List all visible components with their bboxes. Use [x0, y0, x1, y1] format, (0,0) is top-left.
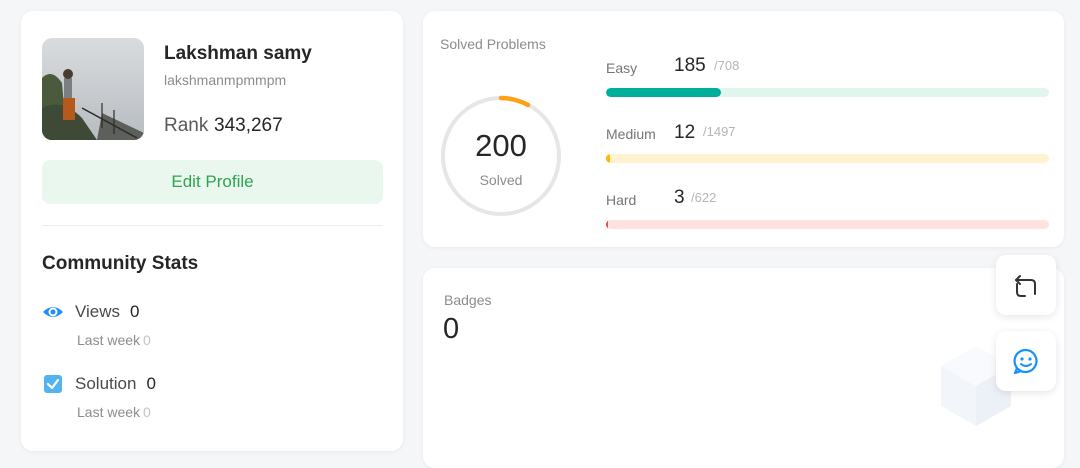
repost-button[interactable] — [996, 255, 1056, 315]
easy-count: 185 — [674, 55, 706, 76]
stat-solution-label: Solution — [75, 374, 137, 393]
badges-card: Badges 0 — [423, 268, 1064, 468]
feedback-button[interactable] — [996, 331, 1056, 391]
rank-value: 343,267 — [214, 115, 283, 136]
profile-username: lakshmanmpmmpm — [164, 72, 287, 88]
badges-title: Badges — [444, 292, 492, 308]
divider — [42, 225, 383, 226]
medium-progress-bar — [606, 154, 1049, 163]
hard-count: 3 — [674, 187, 685, 208]
easy-progress-fill — [606, 88, 722, 97]
solved-problems-card: Solved Problems 200 Solved Easy 185 /708… — [423, 11, 1064, 247]
last-week-value: 0 — [143, 332, 151, 348]
hard-progress-bar — [606, 220, 1049, 229]
medium-label: Medium — [606, 126, 656, 142]
badges-count: 0 — [443, 313, 460, 345]
avatar-photo — [42, 38, 144, 140]
rank-label: Rank — [164, 115, 209, 136]
last-week-value: 0 — [143, 404, 151, 420]
stat-views: Views 0 — [42, 301, 140, 323]
avatar[interactable] — [42, 38, 144, 140]
smiley-chat-icon — [1013, 348, 1038, 375]
repost-icon — [1015, 275, 1036, 297]
last-week-label: Last week — [77, 332, 141, 348]
stat-views-label: Views — [75, 302, 121, 321]
last-week-label: Last week — [77, 404, 141, 420]
profile-name: Lakshman samy — [164, 43, 312, 64]
stat-solution-last-week: Last week 0 — [77, 404, 151, 420]
profile-card: Lakshman samy lakshmanmpmmpm Rank 343,26… — [21, 11, 403, 451]
hard-label: Hard — [606, 192, 637, 208]
stat-views-last-week: Last week 0 — [77, 332, 151, 348]
solved-problems-title: Solved Problems — [440, 36, 546, 52]
easy-progress-bar — [606, 88, 1049, 97]
easy-total: /708 — [714, 58, 740, 73]
solved-total-label: Solved — [479, 172, 523, 188]
checkbox-icon — [42, 373, 64, 395]
solved-total: 200 — [475, 128, 527, 163]
community-stats-title: Community Stats — [42, 253, 199, 274]
hard-progress-fill — [606, 220, 609, 229]
edit-profile-button[interactable]: Edit Profile — [42, 160, 383, 204]
easy-label: Easy — [606, 60, 638, 76]
medium-count: 12 — [674, 122, 696, 143]
medium-progress-fill — [606, 154, 610, 163]
medium-total: /1497 — [703, 124, 736, 139]
stat-views-value: 0 — [130, 302, 140, 321]
stat-solution: Solution 0 — [42, 373, 156, 395]
hard-total: /622 — [691, 190, 717, 205]
eye-icon — [42, 301, 64, 323]
stat-solution-value: 0 — [146, 374, 156, 393]
